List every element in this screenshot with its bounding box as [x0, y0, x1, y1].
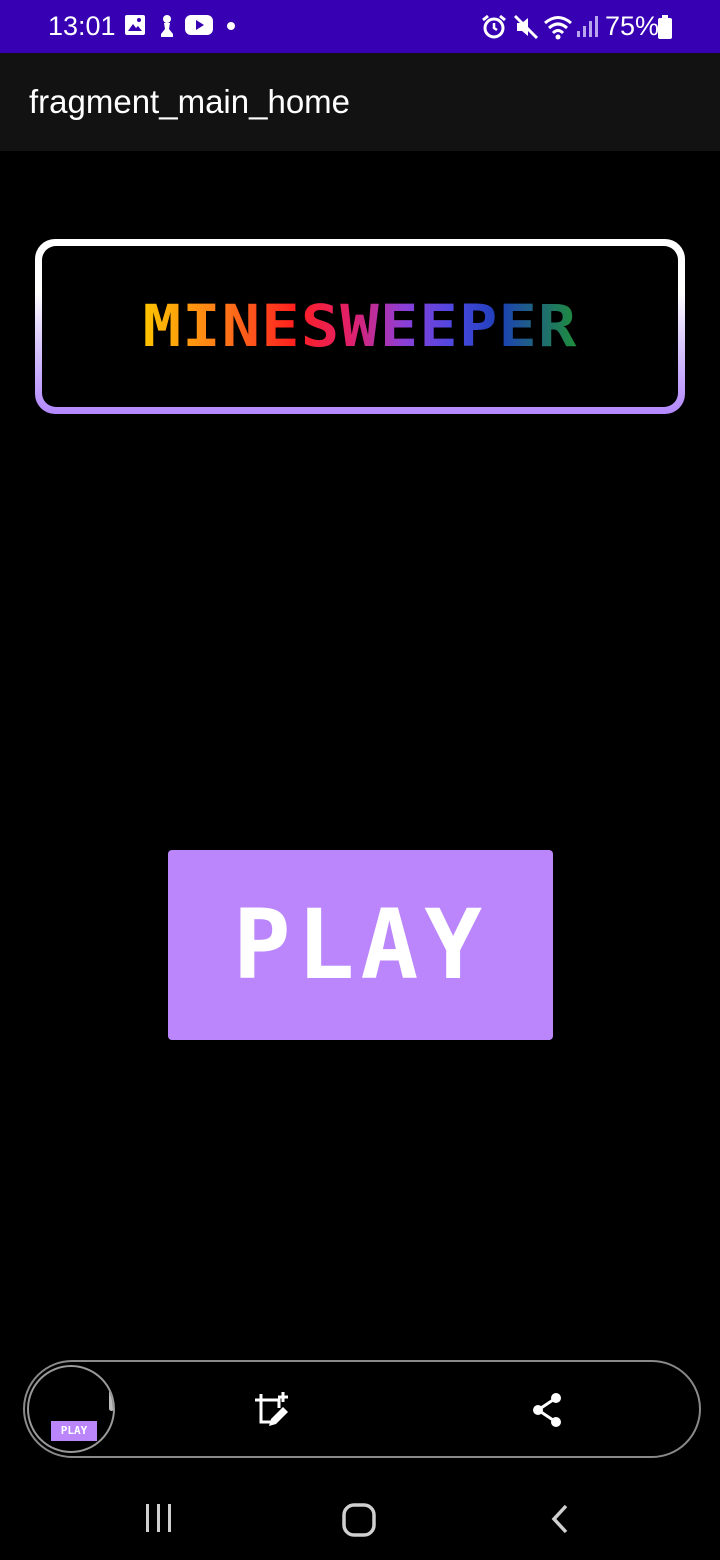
app-bar-title: fragment_main_home: [29, 83, 351, 120]
navigation-bar: [0, 1470, 720, 1560]
share-icon[interactable]: [528, 1390, 568, 1430]
battery-percentage: 75%: [605, 11, 660, 41]
gallery-icon: [125, 15, 145, 35]
home-icon[interactable]: [341, 1502, 377, 1538]
crop-edit-icon[interactable]: [251, 1390, 293, 1432]
play-button[interactable]: PLAY: [168, 850, 553, 1040]
status-time: 13:01: [48, 11, 116, 41]
app-bar: fragment_main_home: [0, 53, 720, 151]
status-bar: 13:01 75%: [0, 0, 720, 53]
screenshot-thumbnail[interactable]: PLAY: [27, 1365, 115, 1453]
wifi-icon: [544, 16, 572, 40]
alarm-icon: [482, 14, 506, 39]
minesweeper-title: MINESWEEPER: [142, 293, 578, 360]
thumbnail-play-label: PLAY: [51, 1421, 97, 1441]
signal-icon: [577, 16, 598, 37]
battery-icon: [658, 15, 672, 39]
mute-icon: [513, 14, 539, 40]
back-icon[interactable]: [548, 1503, 574, 1535]
screenshot-toolbar: PLAY: [23, 1360, 701, 1458]
thumbnail-scroll-handle: [109, 1389, 113, 1411]
dot-icon: [227, 22, 235, 30]
youtube-icon: [185, 15, 213, 35]
chess-pawn-icon: [161, 15, 173, 37]
play-button-label: PLAY: [232, 889, 489, 1001]
title-inner: MINESWEEPER: [42, 246, 678, 407]
recents-icon[interactable]: [142, 1502, 174, 1534]
minesweeper-title-box: MINESWEEPER: [35, 239, 685, 414]
